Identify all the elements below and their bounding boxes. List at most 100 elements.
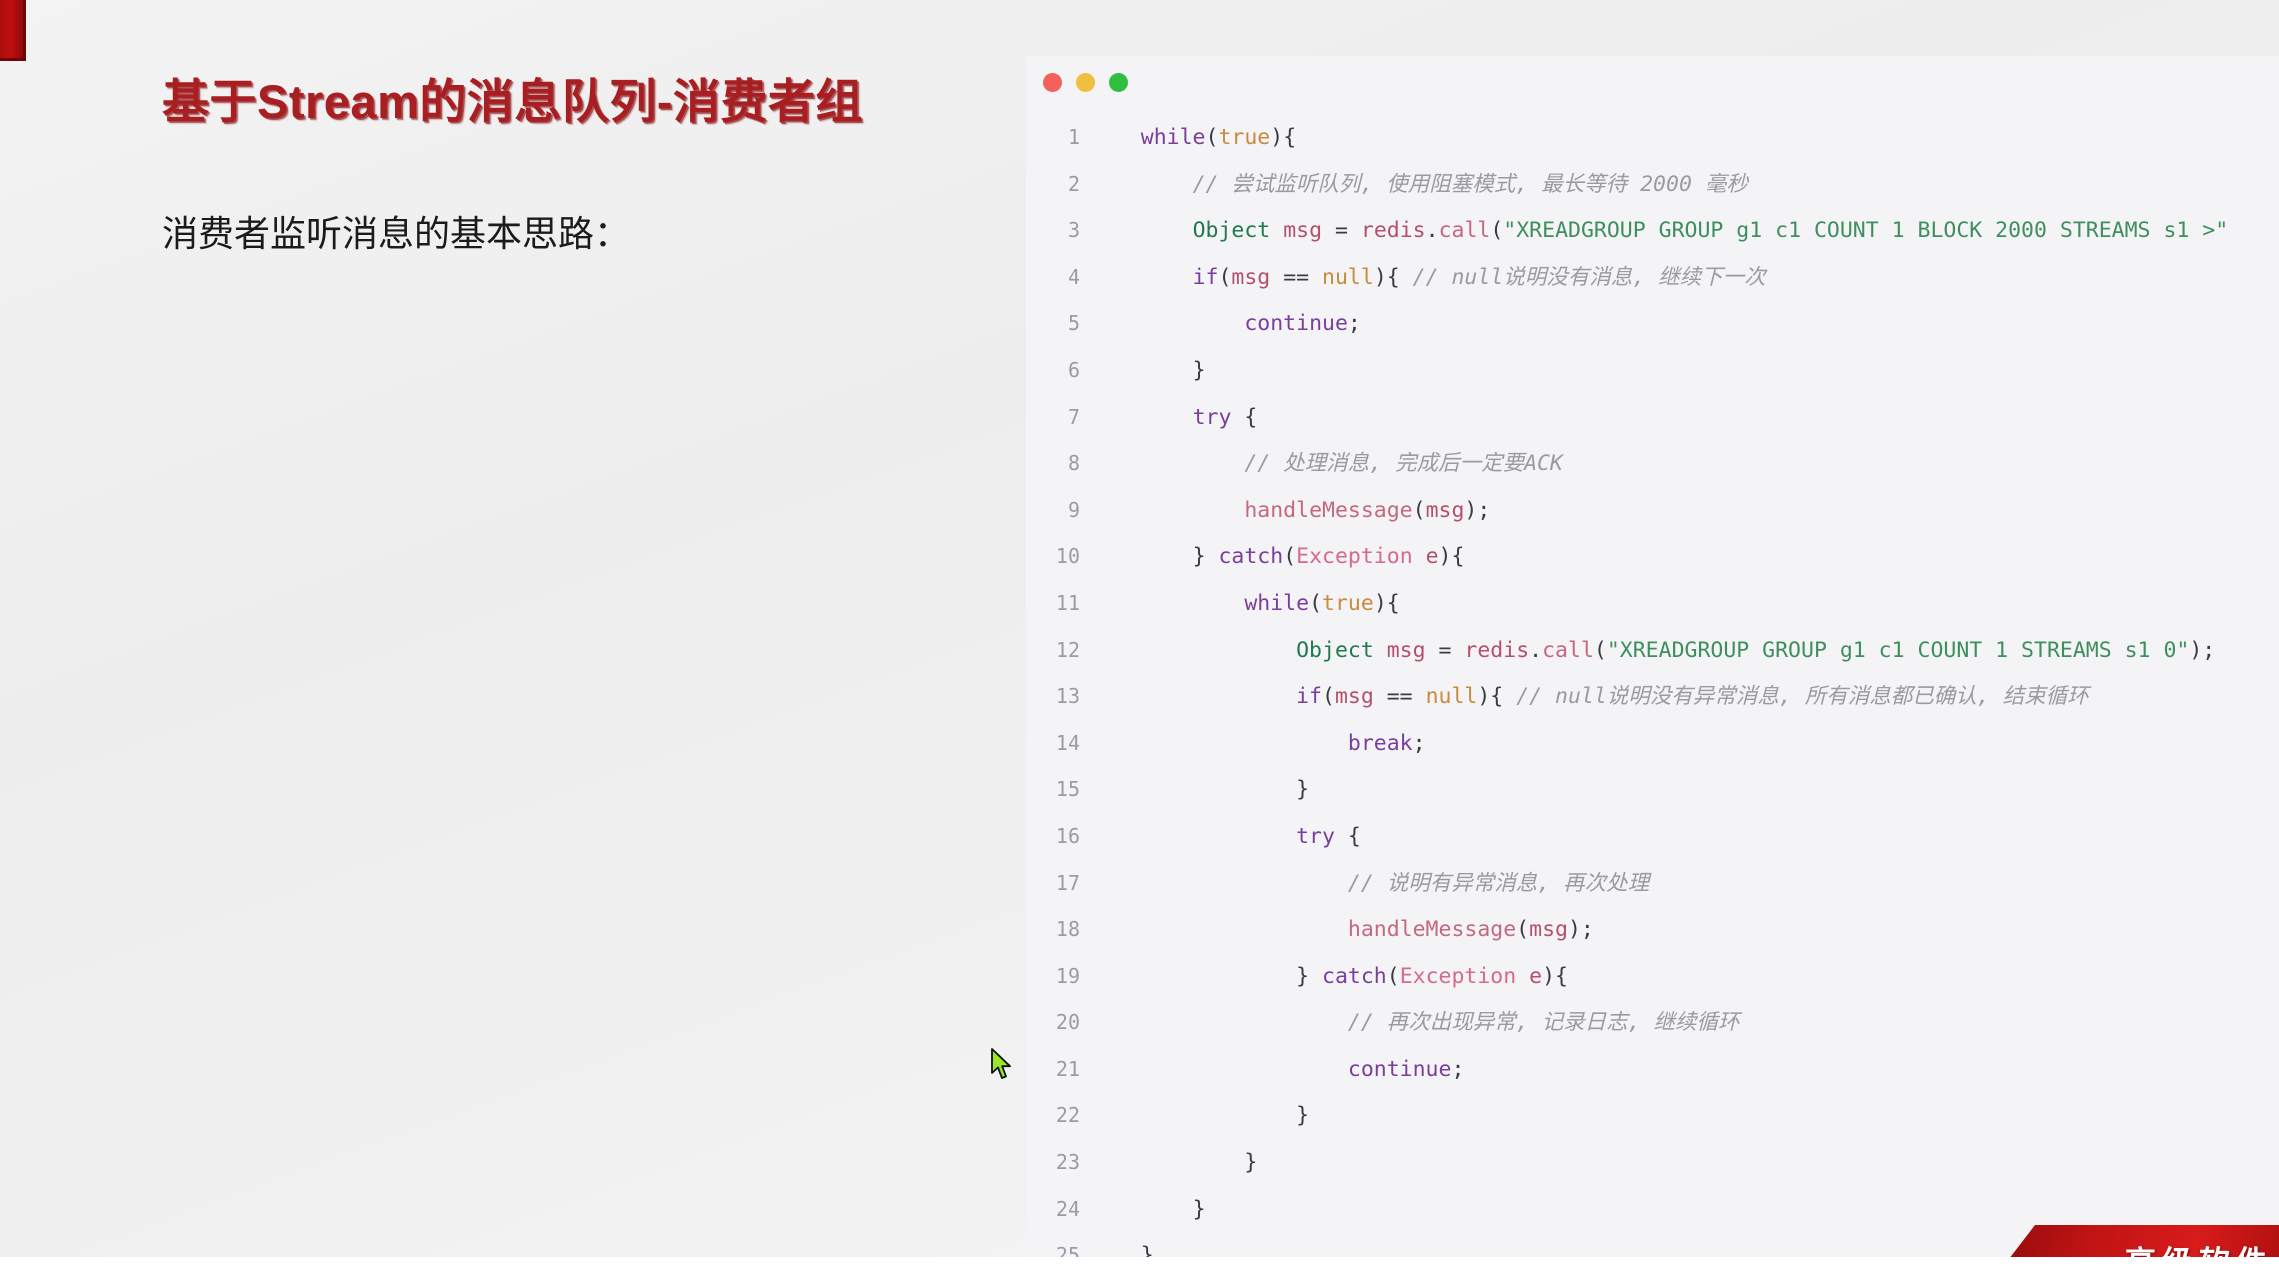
token-var: redis [1464, 637, 1530, 663]
token-kw: catch [1322, 963, 1387, 989]
code-line: 15 } [1026, 766, 2279, 813]
code-line: 13 if(msg == null){ // null说明没有异常消息, 所有消… [1026, 673, 2279, 720]
line-number: 4 [1067, 264, 1080, 289]
token-punc: } [1296, 777, 1310, 803]
line-content: // 再次出现异常, 记录日志, 继续循环 [1089, 1000, 2279, 1047]
line-number: 16 [1055, 823, 1080, 848]
token-punc: ){ [1270, 125, 1297, 150]
line-content: try { [1089, 814, 2279, 861]
token-kw: if [1296, 684, 1322, 710]
line-number: 9 [1067, 497, 1080, 522]
line-content: handleMessage(msg); [1089, 907, 2279, 954]
line-number: 22 [1055, 1103, 1080, 1128]
code-line: 21 continue; [1026, 1046, 2279, 1093]
token-fn: handleMessage [1244, 497, 1413, 523]
token-punc: == [1373, 684, 1426, 710]
code-line: 19 } catch(Exception e){ [1026, 953, 2279, 1000]
minimize-dot-icon[interactable] [1076, 73, 1095, 92]
token-null: null [1425, 684, 1478, 710]
token-kw: try [1192, 404, 1232, 430]
token-var: redis [1360, 218, 1426, 244]
line-content: Object msg = redis.call("XREADGROUP GROU… [1089, 628, 2279, 675]
line-number: 3 [1067, 218, 1080, 243]
token-punc: = [1425, 637, 1465, 663]
code-line: 5 continue; [1026, 300, 2279, 347]
token-punc: ( [1386, 963, 1400, 989]
code-line: 2 // 尝试监听队列, 使用阻塞模式, 最长等待 2000 毫秒 [1026, 161, 2279, 208]
code-line: 7 try { [1026, 394, 2279, 441]
line-number: 12 [1055, 637, 1080, 662]
line-content: if(msg == null){ // null说明没有消息, 继续下一次 [1089, 255, 2279, 302]
token-var: msg [1529, 917, 1568, 943]
line-number: 23 [1055, 1150, 1080, 1175]
corner-accent-marker [0, 0, 26, 61]
token-kw: while [1140, 125, 1206, 150]
code-line: 22 } [1026, 1092, 2279, 1139]
token-punc: ); [1464, 497, 1491, 523]
token-bool: true [1322, 590, 1374, 616]
line-content: while(true){ [1089, 581, 2279, 628]
line-content: // 说明有异常消息, 再次处理 [1089, 861, 2279, 908]
line-content: // 尝试监听队列, 使用阻塞模式, 最长等待 2000 毫秒 [1089, 162, 2279, 209]
line-number: 5 [1067, 311, 1080, 336]
code-line: 14 break; [1026, 720, 2279, 767]
line-content: } catch(Exception e){ [1089, 954, 2279, 1001]
code-line: 8 // 处理消息, 完成后一定要ACK [1026, 440, 2279, 487]
code-line: 23 } [1026, 1139, 2279, 1186]
token-var: e [1529, 963, 1543, 989]
slide-subtitle: 消费者监听消息的基本思路： [162, 213, 631, 254]
line-content: handleMessage(msg); [1089, 488, 2279, 535]
token-var: e [1425, 544, 1439, 570]
line-number: 6 [1067, 357, 1080, 382]
close-dot-icon[interactable] [1043, 73, 1062, 92]
line-number: 25 [1055, 1243, 1080, 1257]
token-kw: while [1244, 590, 1310, 616]
token-punc: ( [1309, 590, 1323, 616]
line-number: 14 [1055, 730, 1080, 755]
token-cmt: // null说明没有异常消息, 所有消息都已确认, 结束循环 [1516, 684, 2089, 710]
line-number: 10 [1055, 544, 1080, 569]
slide-canvas: 基于Stream的消息队列-消费者组 消费者监听消息的基本思路： 1 while… [0, 0, 2279, 1285]
code-line: 16 try { [1026, 813, 2279, 860]
maximize-dot-icon[interactable] [1109, 73, 1128, 92]
token-exc: Exception [1296, 544, 1413, 570]
token-punc: } [1244, 1150, 1258, 1176]
token-punc: == [1270, 264, 1323, 290]
code-line: 12 Object msg = redis.call("XREADGROUP G… [1026, 627, 2279, 674]
token-null: null [1322, 264, 1374, 290]
token-punc: ){ [1373, 590, 1400, 616]
token-punc: { [1334, 823, 1361, 849]
token-exc: Exception [1399, 963, 1517, 989]
token-str: "XREADGROUP GROUP g1 c1 COUNT 1 BLOCK 20… [1503, 218, 2229, 244]
token-punc: ; [1347, 311, 1361, 337]
token-punc: ); [2189, 637, 2216, 663]
code-line: 6 } [1026, 347, 2279, 394]
token-punc: ( [1516, 917, 1530, 943]
code-line: 17 // 说明有异常消息, 再次处理 [1026, 860, 2279, 907]
token-punc: ( [1283, 544, 1297, 570]
token-cmt: // null说明没有消息, 继续下一次 [1412, 264, 1766, 290]
code-line: 3 Object msg = redis.call("XREADGROUP GR… [1026, 207, 2279, 254]
line-number: 21 [1055, 1056, 1080, 1081]
token-punc: { [1231, 404, 1258, 430]
token-punc: ){ [1477, 684, 1517, 710]
token-fn: call [1438, 218, 1491, 244]
token-punc: ( [1205, 125, 1219, 150]
token-type: Object [1296, 637, 1374, 663]
